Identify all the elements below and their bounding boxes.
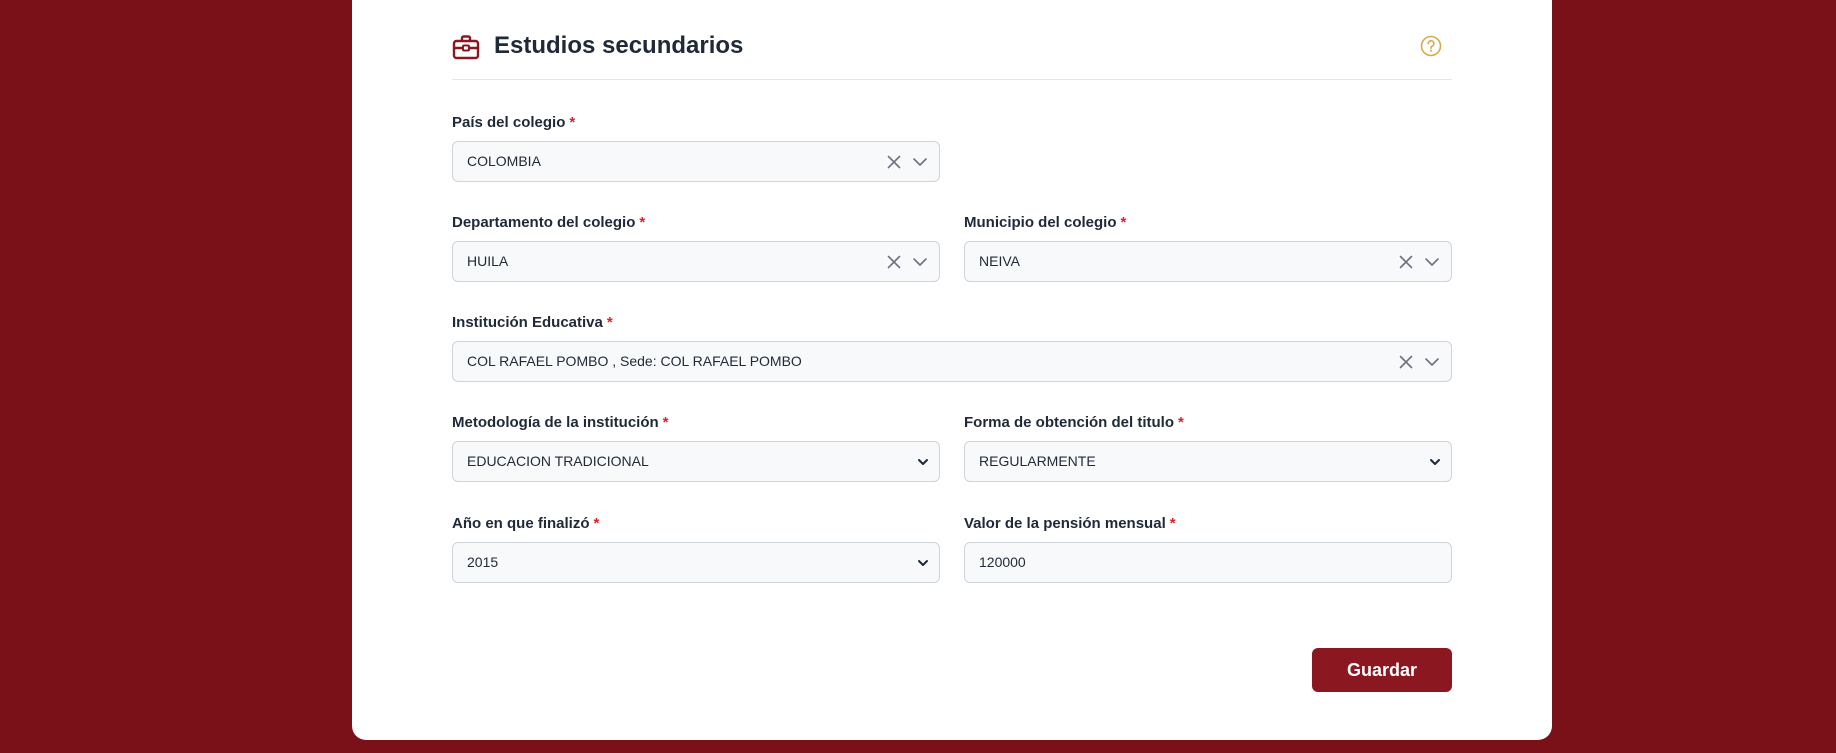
briefcase-icon (452, 35, 480, 60)
required-mark: * (662, 414, 669, 431)
departamento-label: Departamento del colegio * (452, 214, 646, 231)
required-mark: * (1120, 214, 1127, 231)
municipio-value: NEIVA (979, 253, 1020, 269)
institucion-label: Institución Educativa * (452, 314, 613, 331)
departamento-field: Departamento del colegio * HUILA (452, 213, 940, 282)
required-mark: * (569, 114, 576, 131)
chevron-down-icon (1430, 459, 1440, 465)
departamento-value: HUILA (467, 253, 509, 269)
close-icon[interactable] (885, 153, 903, 171)
municipio-field: Municipio del colegio * NEIVA (964, 213, 1452, 282)
departamento-select[interactable]: HUILA (452, 241, 940, 282)
chevron-down-icon (918, 459, 928, 465)
forma-select[interactable]: REGULARMENTE (964, 441, 1452, 482)
required-mark: * (1178, 414, 1184, 431)
form-card: Estudios secundarios País del colegio * C… (352, 0, 1552, 740)
pais-field: País del colegio * COLOMBIA (452, 113, 940, 182)
close-icon[interactable] (1397, 353, 1415, 371)
section-header: Estudios secundarios (452, 28, 1452, 80)
chevron-down-icon (918, 560, 928, 566)
institucion-select[interactable]: COL RAFAEL POMBO , Sede: COL RAFAEL POMB… (452, 341, 1452, 382)
metodologia-field: Metodología de la institución * EDUCACION… (452, 413, 940, 482)
required-mark: * (1169, 515, 1176, 532)
pension-field: Valor de la pensión mensual * 120000 (964, 514, 1452, 583)
pension-input[interactable]: 120000 (964, 542, 1452, 583)
anio-select[interactable]: 2015 (452, 542, 940, 583)
save-button[interactable]: Guardar (1312, 648, 1452, 692)
chevron-down-icon[interactable] (911, 253, 929, 271)
metodologia-select[interactable]: EDUCACION TRADICIONAL (452, 441, 940, 482)
close-icon[interactable] (1397, 253, 1415, 271)
pension-label: Valor de la pensión mensual * (964, 515, 1176, 532)
chevron-down-icon[interactable] (1423, 253, 1441, 271)
close-icon[interactable] (885, 253, 903, 271)
municipio-label: Municipio del colegio * (964, 214, 1127, 231)
help-circle-icon[interactable] (1420, 35, 1442, 57)
required-mark: * (593, 515, 600, 532)
institucion-field: Institución Educativa * COL RAFAEL POMBO … (452, 313, 1452, 382)
required-mark: * (606, 314, 613, 331)
forma-label: Forma de obtención del titulo * (964, 414, 1184, 431)
section-title: Estudios secundarios (494, 32, 744, 59)
pais-value: COLOMBIA (467, 153, 541, 169)
pais-select[interactable]: COLOMBIA (452, 141, 940, 182)
anio-label: Año en que finalizó * (452, 515, 600, 532)
forma-field: Forma de obtención del titulo * REGULARME… (964, 413, 1452, 482)
chevron-down-icon[interactable] (911, 153, 929, 171)
pais-label: País del colegio * (452, 114, 576, 131)
anio-value: 2015 (467, 554, 499, 570)
institucion-value: COL RAFAEL POMBO , Sede: COL RAFAEL POMB… (467, 353, 802, 369)
forma-value: REGULARMENTE (979, 453, 1096, 469)
pension-value: 120000 (979, 554, 1026, 570)
anio-field: Año en que finalizó * 2015 (452, 514, 940, 583)
chevron-down-icon[interactable] (1423, 353, 1441, 371)
metodologia-value: EDUCACION TRADICIONAL (467, 453, 649, 469)
metodologia-label: Metodología de la institución * (452, 414, 669, 431)
required-mark: * (639, 214, 646, 231)
municipio-select[interactable]: NEIVA (964, 241, 1452, 282)
